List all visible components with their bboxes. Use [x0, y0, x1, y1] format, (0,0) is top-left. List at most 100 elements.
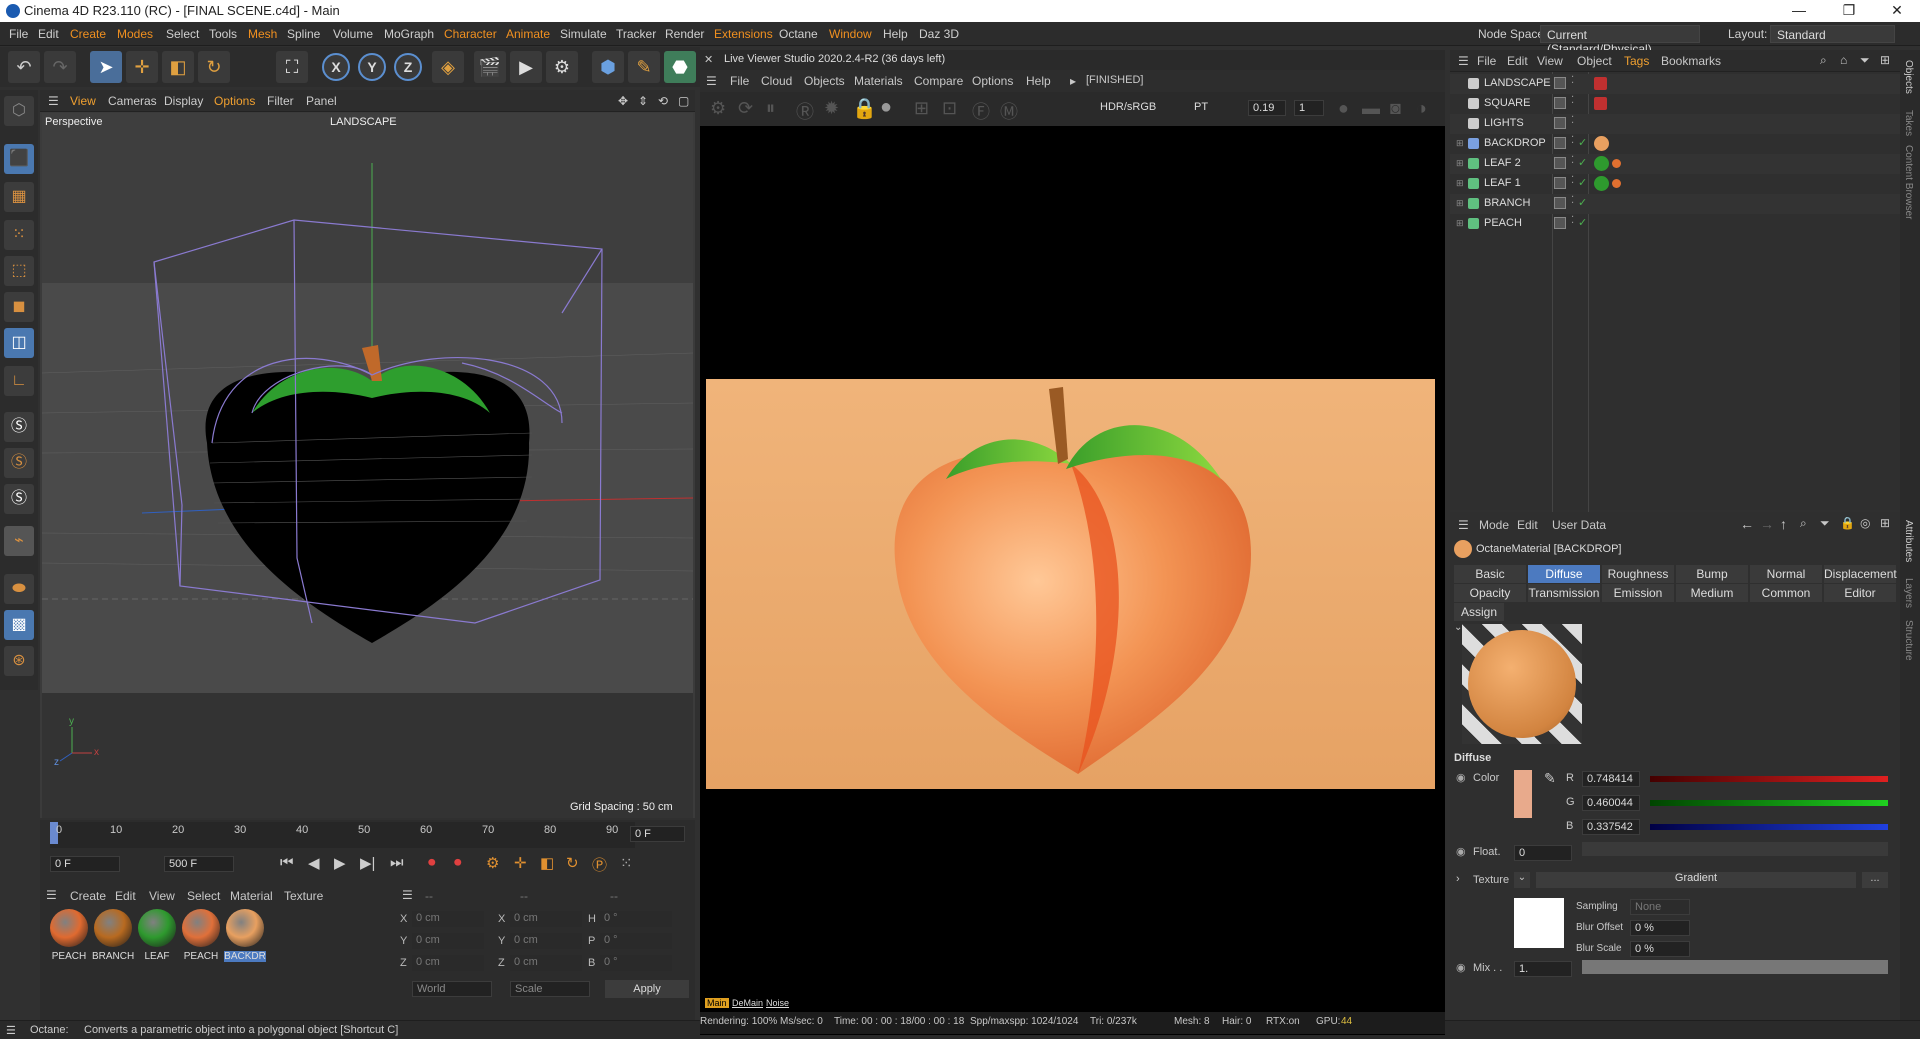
float-toggle-icon[interactable]: ◉ — [1456, 845, 1466, 858]
attr-back-icon[interactable]: ← — [1740, 516, 1754, 532]
lv-add-icon[interactable]: ⊞ — [914, 98, 929, 119]
texture-expand-icon[interactable]: › — [1456, 873, 1460, 885]
texture-shader-field[interactable]: Gradient — [1536, 872, 1856, 888]
tab-opacity[interactable]: Opacity — [1454, 584, 1526, 602]
menu-tools[interactable]: Tools — [209, 27, 237, 41]
coord-value-field[interactable]: 0 ° — [600, 933, 672, 949]
lv-material-ball-icon[interactable]: ● — [880, 96, 892, 119]
object-row[interactable]: ⊞ BRANCH ⁚ ✓ — [1450, 194, 1900, 214]
b-slider[interactable] — [1650, 824, 1888, 830]
points-mode-icon[interactable]: ⁙ — [4, 220, 34, 250]
viewport-menu-filter[interactable]: Filter — [267, 94, 294, 108]
material-swatch[interactable]: PEACH — [180, 907, 222, 977]
previous-key-icon[interactable]: ◀ — [308, 854, 320, 872]
rotate-tool-icon[interactable]: ↻ — [198, 51, 230, 83]
om-menu-file[interactable]: File — [1477, 54, 1496, 68]
layer-icon[interactable] — [1554, 157, 1566, 169]
coord-value-field[interactable]: 0 cm — [510, 933, 582, 949]
z-axis-lock-icon[interactable]: Z — [394, 53, 422, 81]
layer-icon[interactable] — [1554, 177, 1566, 189]
material-swatch[interactable]: BRANCH — [92, 907, 134, 977]
coord-menu-icon[interactable]: ☰ — [402, 888, 413, 902]
material-menu-icon[interactable]: ☰ — [46, 888, 57, 902]
cube-object-icon[interactable]: ⬢ — [592, 51, 624, 83]
lv-box-icon[interactable]: ▬ — [1362, 98, 1380, 119]
attr-lock-icon[interactable]: 🔒 — [1840, 516, 1855, 530]
key-rotation-icon[interactable]: ↻ — [566, 854, 579, 872]
strip-tab-layers[interactable]: Layers — [1903, 578, 1914, 608]
expand-icon[interactable] — [1456, 118, 1464, 128]
subdivision-icon[interactable]: ⬣ — [664, 51, 696, 83]
expand-icon[interactable]: ⊞ — [1456, 138, 1464, 148]
coordinate-system-icon[interactable]: ◈ — [432, 51, 464, 83]
color-toggle-icon[interactable]: ◉ — [1456, 771, 1466, 784]
lv-circle-icon[interactable]: ◑ — [1416, 98, 1427, 119]
scale-dropdown[interactable]: Scale — [510, 981, 590, 997]
attr-new-icon[interactable]: ⊞ — [1880, 516, 1890, 530]
menu-modes[interactable]: Modes — [117, 27, 153, 41]
expand-icon[interactable]: ⊞ — [1456, 178, 1464, 188]
om-hamburger-icon[interactable]: ☰ — [1458, 54, 1469, 68]
menu-character[interactable]: Character — [444, 27, 497, 41]
menu-daz3d[interactable]: Daz 3D — [919, 27, 959, 41]
menu-render[interactable]: Render — [665, 27, 704, 41]
go-to-end-icon[interactable]: ⏭ — [390, 854, 404, 871]
blur-scale-field[interactable]: 0 % — [1630, 941, 1690, 957]
menu-volume[interactable]: Volume — [333, 27, 373, 41]
enabled-check-icon[interactable]: ✓ — [1578, 196, 1587, 209]
model-mode-icon[interactable]: ⬛ — [4, 144, 34, 174]
tab-basic[interactable]: Basic — [1454, 565, 1526, 583]
lv-menu-objects[interactable]: Objects — [804, 74, 845, 88]
texture-mode-icon[interactable]: ▦ — [4, 182, 34, 212]
mix-toggle-icon[interactable]: ◉ — [1456, 961, 1466, 974]
om-filter-icon[interactable]: ⏷ — [1860, 53, 1870, 68]
play-icon[interactable]: ▶ — [334, 854, 346, 872]
viewport-zoom-icon[interactable]: ⇕ — [638, 94, 648, 108]
sampling-dropdown[interactable]: None — [1630, 899, 1690, 915]
hamburger-icon[interactable]: ☰ — [48, 94, 59, 108]
om-add-icon[interactable]: ⊞ — [1880, 53, 1890, 67]
x-axis-lock-icon[interactable]: X — [322, 53, 350, 81]
make-editable-icon[interactable]: ⬡ — [4, 96, 34, 126]
viewport-canvas[interactable]: Perspective LANDSCAPE y x z Grid Spacing — [42, 113, 693, 818]
scale-tool-icon[interactable]: ◧ — [162, 51, 194, 83]
object-name[interactable]: LIGHTS — [1484, 117, 1524, 129]
viewport-solo-icon[interactable]: ◫ — [4, 328, 34, 358]
object-name[interactable]: BRANCH — [1484, 197, 1530, 209]
menu-simulate[interactable]: Simulate — [560, 27, 607, 41]
menu-file[interactable]: File — [9, 27, 28, 41]
transform-tool-icon[interactable]: ⛶ — [276, 51, 308, 83]
tab-assign[interactable]: Assign — [1454, 603, 1504, 621]
expand-icon[interactable] — [1456, 78, 1464, 88]
attr-menu-mode[interactable]: Mode — [1479, 518, 1509, 532]
menu-help[interactable]: Help — [883, 27, 908, 41]
object-name[interactable]: BACKDROP — [1484, 137, 1546, 149]
octane-object-tag-icon[interactable] — [1594, 97, 1607, 110]
apply-button[interactable]: Apply — [605, 980, 689, 998]
texture-dropdown-icon[interactable]: ⌄ — [1514, 872, 1530, 888]
menu-extensions[interactable]: Extensions — [714, 27, 773, 41]
om-menu-object[interactable]: Object — [1577, 54, 1612, 68]
float-value-field[interactable]: 0 — [1514, 845, 1572, 861]
object-name[interactable]: LEAF 1 — [1484, 177, 1521, 189]
enabled-check-icon[interactable]: ✓ — [1578, 156, 1587, 169]
maximize-button[interactable]: ❐ — [1826, 0, 1872, 22]
menu-tracker[interactable]: Tracker — [616, 27, 656, 41]
attr-target-icon[interactable]: ◎ — [1860, 516, 1870, 530]
tab-normal[interactable]: Normal — [1750, 565, 1822, 583]
material-menu-texture[interactable]: Texture — [284, 889, 323, 903]
material-swatch[interactable]: PEACH — [48, 907, 90, 977]
enabled-check-icon[interactable]: ✓ — [1578, 136, 1587, 149]
expand-icon[interactable]: ⊞ — [1456, 198, 1464, 208]
object-name[interactable]: LEAF 2 — [1484, 157, 1521, 169]
next-key-icon[interactable]: ▶| — [360, 854, 375, 872]
key-grid-icon[interactable]: ⁙ — [620, 854, 633, 872]
edges-mode-icon[interactable]: ⬚ — [4, 256, 34, 286]
node-space-dropdown[interactable]: Current (Standard/Physical) — [1540, 25, 1700, 56]
lv-tag-demain[interactable]: DeMain — [732, 998, 763, 1008]
visibility-dots-icon[interactable]: ⁚ — [1571, 95, 1574, 106]
om-menu-view[interactable]: View — [1537, 54, 1563, 68]
lv-settings-icon[interactable]: ✹ — [824, 98, 839, 119]
mix-slider[interactable] — [1582, 960, 1888, 974]
select-tool-icon[interactable]: ➤ — [90, 51, 122, 83]
